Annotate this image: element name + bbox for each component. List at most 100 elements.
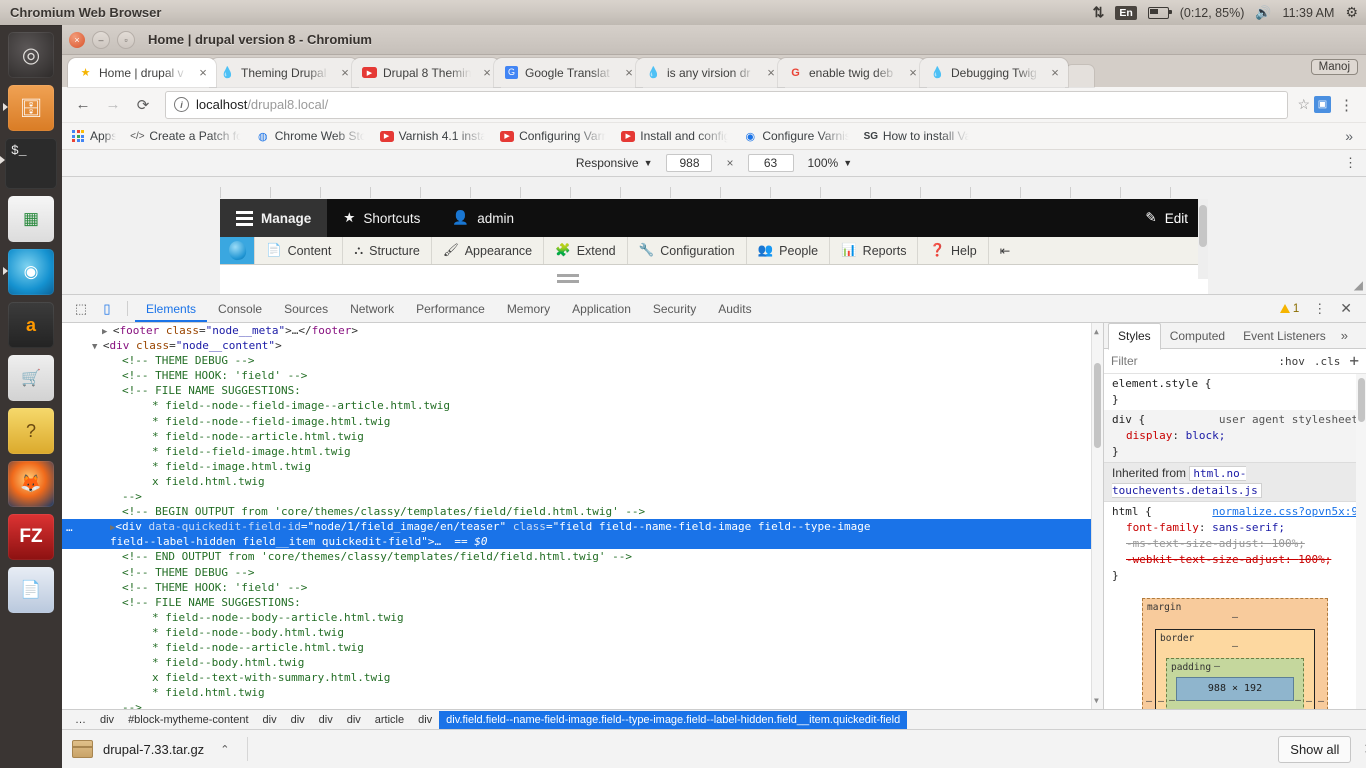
profile-chip[interactable]: Manoj <box>1310 59 1358 75</box>
dom-tree-line[interactable]: * field.html.twig <box>62 685 1103 700</box>
devtools-tab-elements[interactable]: Elements <box>135 296 207 322</box>
box-model-content-size[interactable]: 988 × 192 <box>1176 677 1294 701</box>
dom-tree-line[interactable]: * field--field-image.html.twig <box>62 444 1103 459</box>
admin-menu-item-help[interactable]: ❓ Help <box>918 237 989 264</box>
bookmark-configuring-varnish[interactable]: ▶ Configuring Varn <box>500 129 608 143</box>
rule-prop-value[interactable]: 100%; <box>1272 537 1305 550</box>
browser-tab-0[interactable]: ★ Home | drupal v × <box>68 58 216 87</box>
devtools-tab-network[interactable]: Network <box>339 296 405 322</box>
dom-tree-line[interactable]: ▶ <footer class="node__meta">…</footer> <box>62 323 1103 338</box>
browser-tab-4[interactable]: 💧 is any virsion dr × <box>636 58 784 87</box>
breadcrumb-item[interactable]: div.field.field--name-field-image.field-… <box>439 710 908 730</box>
box-model-border[interactable]: border – – – padding – – – 988 × 192 <box>1155 629 1315 709</box>
toolbar-user-button[interactable]: 👤 admin <box>436 199 530 237</box>
launcher-item-filezilla[interactable]: FZ <box>8 514 54 560</box>
padding-bottom-value[interactable]: – <box>1176 703 1294 709</box>
margin-right-value[interactable]: – <box>1318 694 1324 710</box>
page-scrollbar[interactable] <box>1198 199 1208 279</box>
border-left-value[interactable]: – <box>1158 694 1164 710</box>
dom-tree-scrollbar[interactable]: ▲ ▼ <box>1091 323 1103 709</box>
breadcrumb-item[interactable]: article <box>368 711 411 730</box>
devtools-tab-memory[interactable]: Memory <box>496 296 561 322</box>
breadcrumb-item[interactable]: div <box>256 711 284 730</box>
new-tab-button[interactable] <box>1066 65 1094 87</box>
launcher-item-libreoffice-writer[interactable]: 📄 <box>8 567 54 613</box>
window-minimize-button[interactable]: – <box>92 30 110 49</box>
volume-icon[interactable]: 🔊 <box>1255 5 1271 21</box>
browser-menu-icon[interactable]: ⋮ <box>1335 96 1358 114</box>
class-editor-button[interactable]: .cls <box>1314 355 1341 368</box>
rule-prop-value[interactable]: 100%; <box>1298 553 1331 566</box>
show-all-downloads-button[interactable]: Show all <box>1278 735 1352 763</box>
styles-tab-computed[interactable]: Computed <box>1161 324 1234 348</box>
padding-top-value[interactable]: – <box>1214 659 1220 675</box>
bookmark-apps[interactable]: Apps <box>71 129 117 143</box>
dom-tree-line[interactable]: <!-- THEME HOOK: 'field' --> <box>62 580 1103 595</box>
rule-prop-value[interactable]: sans-serif; <box>1212 521 1285 534</box>
launcher-item-libreoffice-calc[interactable]: ▦ <box>8 196 54 242</box>
devtools-menu-icon[interactable]: ⋮ <box>1309 301 1330 317</box>
extension-icon[interactable]: ▣ <box>1314 96 1331 113</box>
bookmark-chrome-web-store[interactable]: ◍ Chrome Web Sto <box>256 129 367 143</box>
download-file-name[interactable]: drupal-7.33.tar.gz <box>103 742 204 757</box>
device-toolbar-menu-icon[interactable]: ⋮ <box>1344 156 1357 169</box>
hover-state-button[interactable]: :hov <box>1278 355 1305 368</box>
inspect-cursor-icon[interactable]: ⬚ <box>68 298 94 320</box>
device-zoom-select[interactable]: 100% ▼ <box>808 156 853 170</box>
box-model-padding[interactable]: padding – – – 988 × 192 – <box>1166 658 1304 709</box>
tab-close-icon[interactable]: × <box>338 65 352 80</box>
dom-tree-line[interactable]: * field--node--field-image--article.html… <box>62 398 1103 413</box>
style-rule-div[interactable]: user agent stylesheet div { display: bloc… <box>1104 410 1366 462</box>
styles-tab-event-listeners[interactable]: Event Listeners <box>1234 324 1335 348</box>
devtools-tab-console[interactable]: Console <box>207 296 273 322</box>
rule-prop-name[interactable]: -ms-text-size-adjust <box>1112 537 1258 550</box>
bookmarks-overflow-icon[interactable]: » <box>1345 128 1357 144</box>
dom-tree-line[interactable]: x field--text-with-summary.html.twig <box>62 670 1103 685</box>
bookmark-configure-varnish[interactable]: ◉ Configure Varnis <box>743 129 851 143</box>
bookmark-create-a-patch[interactable]: </> Create a Patch fo <box>130 129 242 143</box>
tab-close-icon[interactable]: × <box>1048 65 1062 80</box>
forward-arrow-icon[interactable]: → <box>100 92 126 118</box>
info-circle-icon[interactable]: i <box>174 97 189 112</box>
viewport-resize-handle[interactable]: ◢ <box>1354 278 1363 292</box>
dom-tree-line[interactable]: <!-- FILE NAME SUGGESTIONS: <box>62 595 1103 610</box>
drupal-logo-icon[interactable] <box>220 237 255 264</box>
dom-tree-line[interactable]: * field--node--body.html.twig <box>62 625 1103 640</box>
admin-menu-item-extend[interactable]: 🧩 Extend <box>544 237 628 264</box>
rule-prop-name[interactable]: -webkit-text-size-adjust <box>1112 553 1285 566</box>
dom-tree-selected-node[interactable]: ▶<div data-quickedit-field-id="node/1/fi… <box>62 519 1103 535</box>
breadcrumb-item[interactable]: div <box>93 711 121 730</box>
breadcrumb-item[interactable]: div <box>340 711 368 730</box>
dom-tree-line[interactable]: <!-- THEME DEBUG --> <box>62 565 1103 580</box>
dom-tree-line[interactable]: <!-- THEME DEBUG --> <box>62 353 1103 368</box>
launcher-item-software-center[interactable]: 🛒 <box>8 355 54 401</box>
browser-tab-3[interactable]: G Google Translat × <box>494 58 642 87</box>
launcher-item-amazon[interactable]: a <box>8 302 54 348</box>
browser-tab-5[interactable]: G enable twig deb × <box>778 58 926 87</box>
devtools-tab-performance[interactable]: Performance <box>405 296 496 322</box>
scroll-up-arrow-icon[interactable]: ▲ <box>1094 324 1099 339</box>
tab-close-icon[interactable]: × <box>764 65 778 80</box>
back-arrow-icon[interactable]: ← <box>70 92 96 118</box>
tab-close-icon[interactable]: × <box>906 65 920 80</box>
window-close-button[interactable]: × <box>69 31 85 48</box>
dom-tree-line[interactable]: x field.html.twig <box>62 474 1103 489</box>
dom-tree-line[interactable]: --> <box>62 489 1103 504</box>
device-height-input[interactable]: 63 <box>747 154 794 172</box>
dom-tree-line[interactable]: * field--node--body--article.html.twig <box>62 610 1103 625</box>
dom-tree-line[interactable]: * field--body.html.twig <box>62 655 1103 670</box>
disclosure-triangle-icon[interactable]: ▶ <box>102 327 113 337</box>
breadcrumb-item[interactable]: div <box>312 711 340 730</box>
scroll-down-arrow-icon[interactable]: ▼ <box>1094 693 1099 708</box>
keyboard-layout-indicator[interactable]: En <box>1115 5 1137 20</box>
dom-tree-line[interactable]: --> <box>62 700 1103 709</box>
device-select[interactable]: Responsive ▼ <box>576 156 653 170</box>
bookmark-varnish-install[interactable]: ▶ Varnish 4.1 insta <box>379 129 487 143</box>
breadcrumb-item[interactable]: div <box>411 711 439 730</box>
window-maximize-button[interactable]: ▫ <box>117 30 135 49</box>
padding-left-value[interactable]: – <box>1169 693 1175 709</box>
dom-tree-line[interactable]: * field--node--article.html.twig <box>62 429 1103 444</box>
tab-close-icon[interactable]: × <box>480 65 494 80</box>
launcher-item-files[interactable]: 🗄 <box>3 85 54 131</box>
dom-tree-line[interactable]: <!-- FILE NAME SUGGESTIONS: <box>62 383 1103 398</box>
